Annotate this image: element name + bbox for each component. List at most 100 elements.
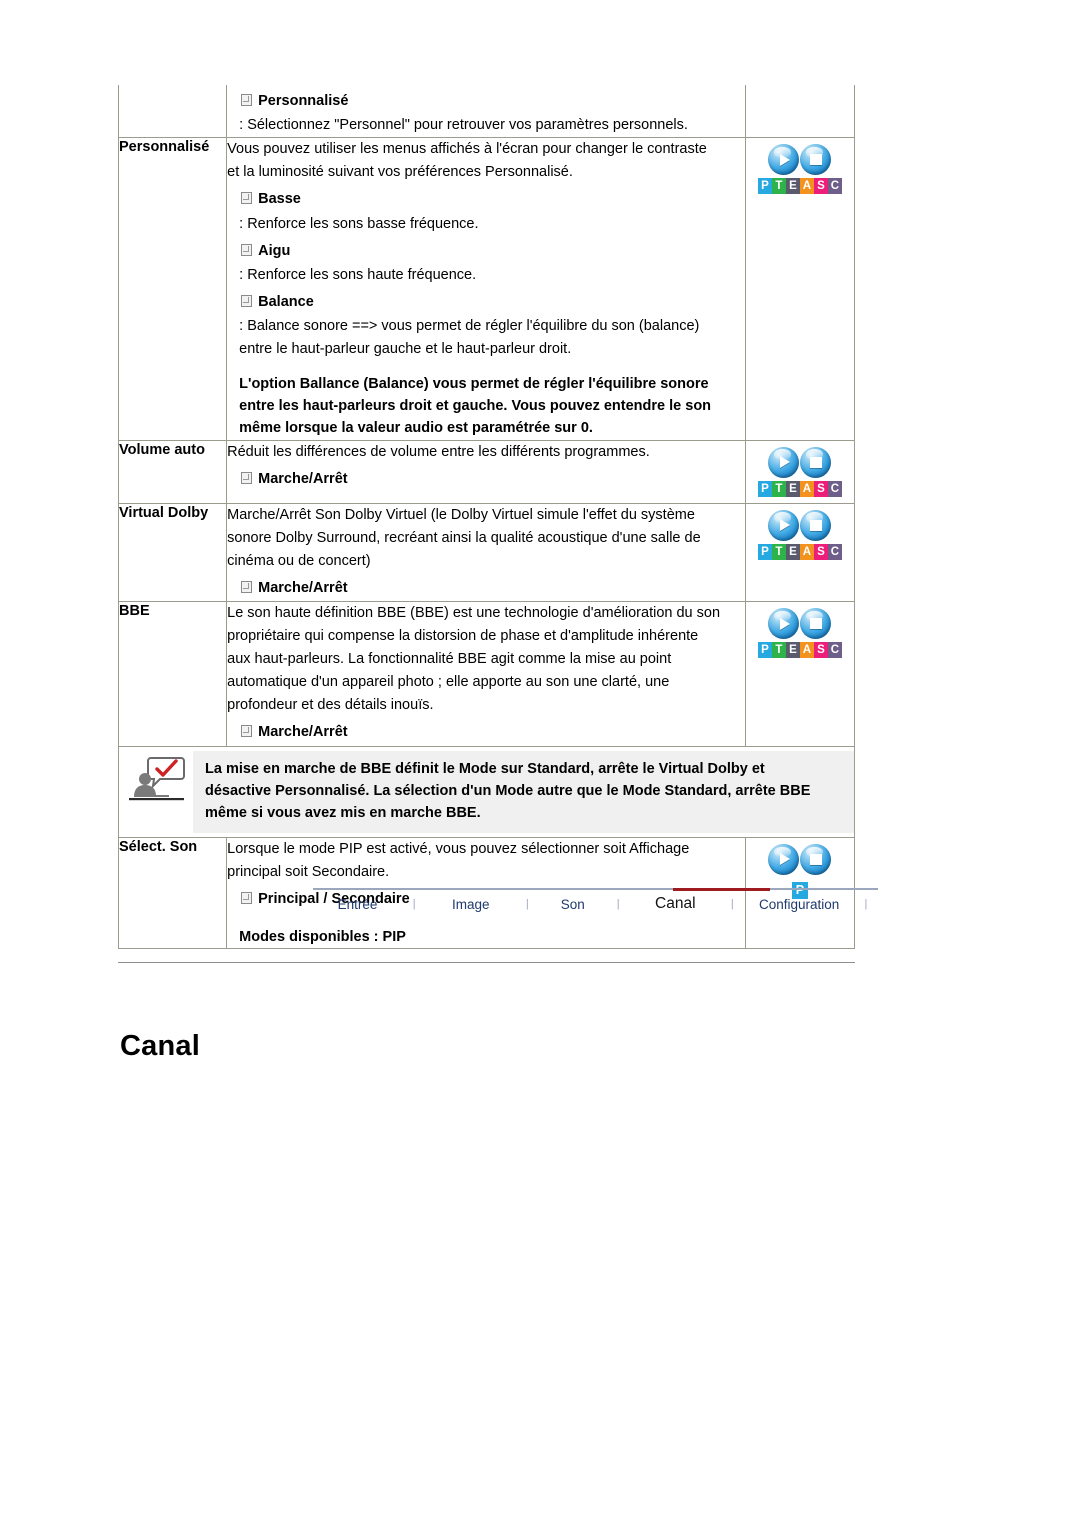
pteasc-badge-s: S xyxy=(813,480,828,497)
row-label-cell-bbe: BBE xyxy=(117,601,228,747)
body-paragraph: Le son haute définition BBE (BBE) est un… xyxy=(227,605,721,622)
balance-bold-line-2: entre les haut-parleurs droit et gauche.… xyxy=(239,398,712,415)
body-paragraph: aux haut-parleurs. La fonctionnalité BBE… xyxy=(227,651,672,668)
square-bullet-icon xyxy=(241,192,253,205)
square-bullet-icon xyxy=(241,295,253,308)
pteasc-icon-group: PTEASC xyxy=(757,441,842,503)
person-speech-bubble-check-icon xyxy=(119,751,193,808)
nav-item-son[interactable]: Son xyxy=(539,897,606,912)
row-label: Personnalisé xyxy=(119,139,210,156)
row-icon-cell-personnalise: PTEASC xyxy=(744,137,856,441)
row-label-cell-personnalise: Personnalisé xyxy=(117,137,228,441)
body-paragraph: propriétaire qui compense la distorsion … xyxy=(227,628,699,645)
subitem-aigu: Aigu xyxy=(227,241,745,261)
orb-pair xyxy=(768,843,832,875)
row-label-cell xyxy=(117,85,228,139)
pteasc-badge-c: C xyxy=(827,178,842,195)
subitem-marche-arret: Marche/Arrêt xyxy=(227,469,745,489)
play-orb-icon xyxy=(768,144,800,176)
body-paragraph: principal soit Secondaire. xyxy=(227,863,390,880)
body-paragraph: Réduit les différences de volume entre l… xyxy=(227,443,650,460)
pteasc-badge-e: E xyxy=(785,543,800,560)
pteasc-badge-e: E xyxy=(785,480,800,497)
body-paragraph: automatique d'un appareil photo ; elle a… xyxy=(227,674,670,691)
nav-item-image[interactable]: Image xyxy=(426,897,515,912)
orb-pair xyxy=(758,446,842,478)
note-line-2: désactive Personnalisé. La sélection d'u… xyxy=(205,782,811,799)
subitem-description-balance-1: : Balance sonore ==> vous permet de régl… xyxy=(239,318,700,335)
stop-orb-icon xyxy=(800,608,832,640)
pteasc-badge-t: T xyxy=(771,642,786,659)
row-body-cell: Personnalisé : Sélectionnez "Personnel" … xyxy=(226,85,746,139)
balance-bold-line-3: même lorsque la valeur audio est paramét… xyxy=(239,419,593,436)
table-row: Virtual Dolby Marche/Arrêt Son Dolby Vir… xyxy=(117,502,856,603)
pteasc-badge-p: P xyxy=(757,543,772,560)
subitem-basse: Basse xyxy=(227,189,745,209)
square-bullet-icon xyxy=(241,725,253,738)
pteasc-badges: PTEASC xyxy=(757,178,842,195)
pteasc-badge-p: P xyxy=(757,642,772,659)
pteasc-badge-c: C xyxy=(827,543,842,560)
nav-separator: | xyxy=(525,898,529,910)
play-orb-icon xyxy=(768,446,800,478)
row-body-cell-virtual-dolby: Marche/Arrêt Son Dolby Virtuel (le Dolby… xyxy=(226,502,746,603)
balance-bold-line-1: L'option Ballance (Balance) vous permet … xyxy=(239,376,709,393)
pteasc-icon-group: PTEASC xyxy=(757,602,842,664)
nav-separator: | xyxy=(864,898,868,910)
stop-orb-icon xyxy=(800,144,832,176)
body-paragraph: et la luminosité suivant vos préférences… xyxy=(227,164,573,181)
pteasc-badge-a: A xyxy=(799,543,814,560)
pteasc-badge-p: P xyxy=(757,178,772,195)
nav-item-configuration[interactable]: Configuration xyxy=(744,897,853,912)
row-label: Volume auto xyxy=(119,441,205,458)
pteasc-badge-p: P xyxy=(757,480,772,497)
stop-orb-icon xyxy=(800,843,832,875)
subitem-marche-arret: Marche/Arrêt xyxy=(227,722,745,742)
pteasc-badge-t: T xyxy=(771,543,786,560)
nav-separator: | xyxy=(412,898,416,910)
table-row: Personnalisé Vous pouvez utiliser les me… xyxy=(117,137,856,441)
row-label: BBE xyxy=(119,603,150,620)
bottom-navigation: Entrée | Image | Son | Canal | Configura… xyxy=(313,888,878,913)
note-text-block: La mise en marche de BBE définit le Mode… xyxy=(193,750,854,833)
pteasc-badge-c: C xyxy=(827,480,842,497)
table-row: BBE Le son haute définition BBE (BBE) es… xyxy=(117,601,856,747)
pteasc-icon-group: PTEASC xyxy=(757,138,842,200)
subitem-description-aigu: : Renforce les sons haute fréquence. xyxy=(239,267,477,284)
square-bullet-icon xyxy=(241,94,253,106)
page-root: Personnalisé : Sélectionnez "Personnel" … xyxy=(0,0,1080,1528)
pteasc-icon-group: PTEASC xyxy=(757,504,842,566)
body-paragraph: Vous pouvez utiliser les menus affichés … xyxy=(227,141,707,158)
square-bullet-icon xyxy=(241,891,253,904)
row-label-cell-virtual-dolby: Virtual Dolby xyxy=(117,502,228,603)
nav-item-entree[interactable]: Entrée xyxy=(313,897,402,912)
body-paragraph: cinéma ou de concert) xyxy=(227,552,371,569)
body-paragraph: profondeur et des détails inouïs. xyxy=(227,697,434,714)
note-line-1: La mise en marche de BBE définit le Mode… xyxy=(205,760,765,777)
table-row: Personnalisé : Sélectionnez "Personnel" … xyxy=(117,85,856,139)
body-paragraph: Lorsque le mode PIP est activé, vous pou… xyxy=(227,840,690,857)
stop-orb-icon xyxy=(800,509,832,541)
subitem-personnalise: Personnalisé xyxy=(227,91,745,111)
play-orb-icon xyxy=(768,843,800,875)
row-label: Virtual Dolby xyxy=(119,504,209,521)
row-icon-cell-bbe: PTEASC xyxy=(744,601,856,747)
play-orb-icon xyxy=(768,608,800,640)
body-paragraph: Marche/Arrêt Son Dolby Virtuel (le Dolby… xyxy=(227,506,695,523)
section-divider-rule xyxy=(118,962,855,963)
pteasc-badge-c: C xyxy=(827,642,842,659)
square-bullet-icon xyxy=(241,243,253,256)
square-bullet-icon xyxy=(241,580,253,593)
subitem-balance: Balance xyxy=(227,292,745,312)
nav-separator: | xyxy=(616,898,620,910)
pteasc-badge-s: S xyxy=(813,543,828,560)
nav-item-canal[interactable]: Canal xyxy=(630,895,720,913)
orb-pair xyxy=(758,144,842,176)
subitem-description-balance-2: entre le haut-parleur gauche et le haut-… xyxy=(239,341,572,358)
row-icon-cell-volume-auto: PTEASC xyxy=(744,439,856,504)
nav-separator: | xyxy=(730,898,734,910)
pteasc-badge-a: A xyxy=(799,480,814,497)
body-paragraph: sonore Dolby Surround, recréant ainsi la… xyxy=(227,529,701,546)
nav-active-indicator xyxy=(673,888,770,891)
balance-bold-note: L'option Ballance (Balance) vous permet … xyxy=(227,374,745,439)
